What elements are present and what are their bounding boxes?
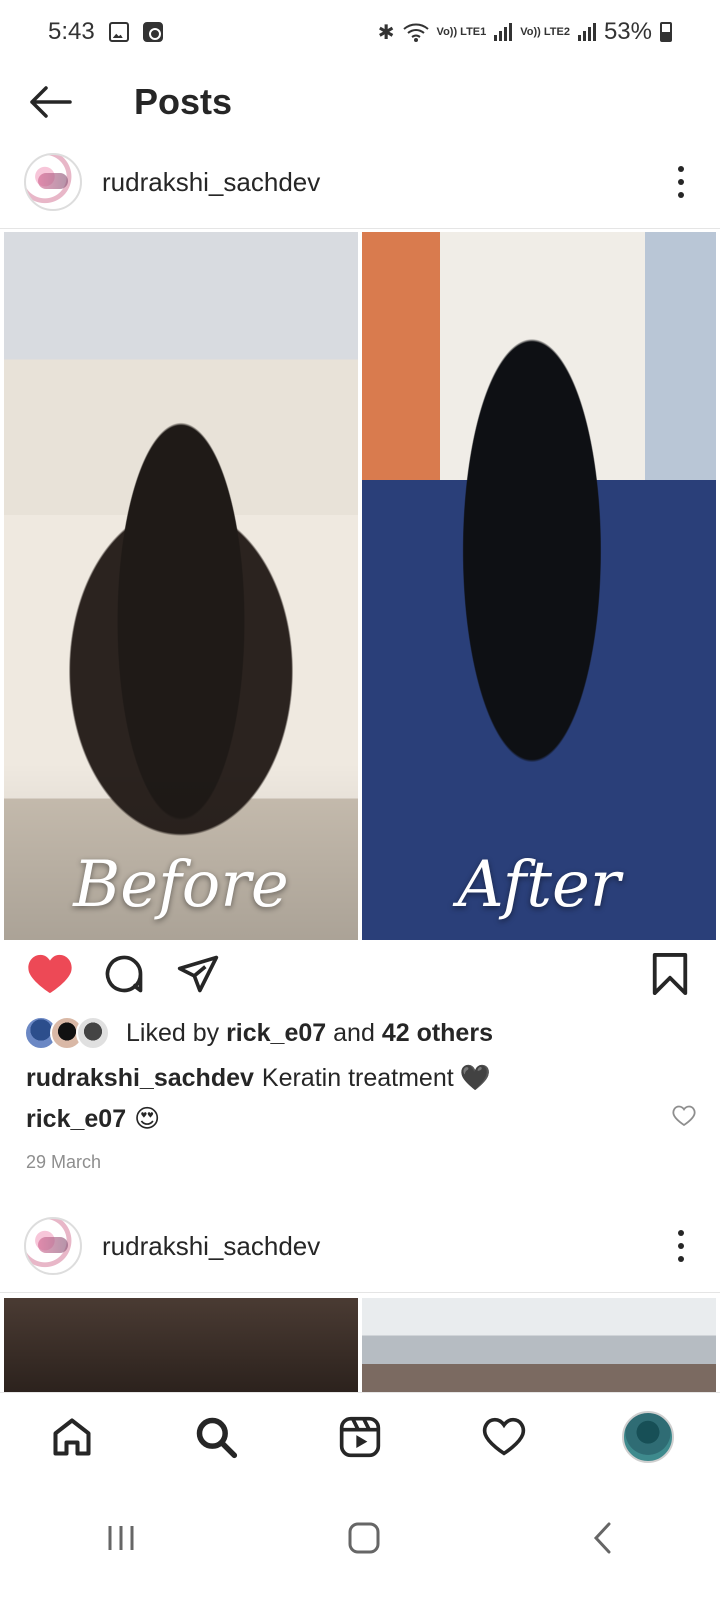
- divider: [0, 1292, 720, 1293]
- status-left: 5:43: [48, 18, 163, 46]
- more-options-button[interactable]: [666, 1226, 696, 1266]
- home-square-icon: [348, 1522, 380, 1553]
- more-dot-icon: [678, 192, 684, 198]
- liker-avatar: [76, 1016, 110, 1050]
- nav-search[interactable]: [188, 1409, 244, 1465]
- profile-avatar: [622, 1410, 674, 1463]
- page-header: Posts: [0, 64, 720, 140]
- more-options-button[interactable]: [666, 162, 696, 202]
- next-photo-left: [4, 1298, 358, 1392]
- more-dot-icon: [678, 179, 684, 185]
- battery-icon: [660, 22, 672, 42]
- sim1-label: Vo)) LTE1: [436, 26, 487, 38]
- avatar[interactable]: [24, 1217, 82, 1275]
- nav-profile[interactable]: [620, 1409, 676, 1465]
- recents-button[interactable]: [105, 1523, 137, 1558]
- signal2-icon: [577, 23, 596, 41]
- comment-emoji: 😍: [134, 1105, 161, 1133]
- page-title: Posts: [134, 81, 233, 122]
- likes-user[interactable]: rick_e07: [226, 1019, 326, 1047]
- bottom-nav: [0, 1392, 720, 1480]
- before-photo: Before: [4, 232, 358, 940]
- back-button[interactable]: [0, 64, 100, 140]
- wifi-icon: [402, 23, 429, 42]
- sim2-label: Vo)) LTE2: [520, 26, 570, 38]
- share-button[interactable]: [174, 950, 222, 998]
- post-caption: rudrakshi_sachdev Keratin treatment 🖤: [26, 1064, 491, 1093]
- before-label: Before: [73, 848, 289, 922]
- heart-outline-icon: [672, 1105, 696, 1126]
- after-label: After: [457, 848, 621, 922]
- system-nav: [0, 1480, 720, 1600]
- post-date: 29 March: [26, 1152, 102, 1172]
- status-right: ✱ Vo)) LTE1 Vo)) LTE2 53%: [378, 18, 672, 46]
- more-dot-icon: [678, 1256, 684, 1262]
- comment-username[interactable]: rick_e07: [26, 1105, 126, 1134]
- post-image[interactable]: Before After: [4, 232, 716, 940]
- more-dot-icon: [678, 1230, 684, 1236]
- save-button[interactable]: [646, 950, 694, 998]
- avatar[interactable]: [24, 153, 82, 211]
- after-photo: After: [362, 232, 716, 940]
- gallery-icon: [108, 22, 129, 42]
- post-username[interactable]: rudrakshi_sachdev: [102, 167, 320, 198]
- home-icon: [53, 1417, 91, 1456]
- heart-icon: [482, 1417, 526, 1456]
- chevron-left-icon: [593, 1522, 611, 1553]
- search-icon: [196, 1417, 238, 1458]
- likes-summary[interactable]: Liked by rick_e07 and 42 others: [24, 1016, 493, 1050]
- signal1-icon: [494, 23, 513, 41]
- system-back-button[interactable]: [591, 1521, 615, 1560]
- divider: [0, 228, 720, 229]
- more-dot-icon: [678, 166, 684, 172]
- recents-icon: [108, 1525, 134, 1550]
- more-dot-icon: [678, 1243, 684, 1249]
- arrow-left-icon: [30, 86, 72, 118]
- caption-emoji: 🖤: [459, 1064, 491, 1092]
- bluetooth-icon: ✱: [377, 21, 395, 44]
- nav-home[interactable]: [44, 1409, 100, 1465]
- like-button[interactable]: [26, 950, 74, 998]
- caption-text: Keratin treatment: [261, 1064, 454, 1092]
- likes-joiner: and: [333, 1018, 375, 1047]
- clock-icon: [142, 22, 163, 42]
- nav-reels[interactable]: [332, 1409, 388, 1465]
- comment-like-button[interactable]: [672, 1105, 696, 1134]
- comment-button[interactable]: [100, 950, 148, 998]
- home-button[interactable]: [347, 1521, 381, 1560]
- send-icon: [177, 955, 219, 993]
- next-post-image[interactable]: [4, 1298, 716, 1392]
- caption-username[interactable]: rudrakshi_sachdev: [26, 1064, 254, 1093]
- next-post-header: rudrakshi_sachdev: [0, 1204, 720, 1288]
- next-photo-right: [362, 1298, 716, 1392]
- likes-prefix: Liked by: [126, 1018, 220, 1047]
- status-time: 5:43: [48, 18, 95, 45]
- comment-row: rick_e07 😍: [26, 1104, 696, 1134]
- likes-others[interactable]: 42 others: [382, 1019, 493, 1047]
- heart-filled-icon: [28, 954, 72, 994]
- post-actions: [0, 946, 720, 1002]
- comment-icon: [105, 955, 143, 993]
- post-header: rudrakshi_sachdev: [0, 140, 720, 224]
- bookmark-icon: [652, 953, 688, 995]
- status-bar: 5:43 ✱ Vo)) LTE1 Vo)) LTE2 53%: [0, 0, 720, 64]
- next-post-username[interactable]: rudrakshi_sachdev: [102, 1231, 320, 1262]
- battery-percent: 53%: [603, 18, 652, 45]
- likes-text: Liked by rick_e07 and 42 others: [126, 1019, 493, 1048]
- reels-icon: [339, 1416, 381, 1457]
- nav-activity[interactable]: [476, 1409, 532, 1465]
